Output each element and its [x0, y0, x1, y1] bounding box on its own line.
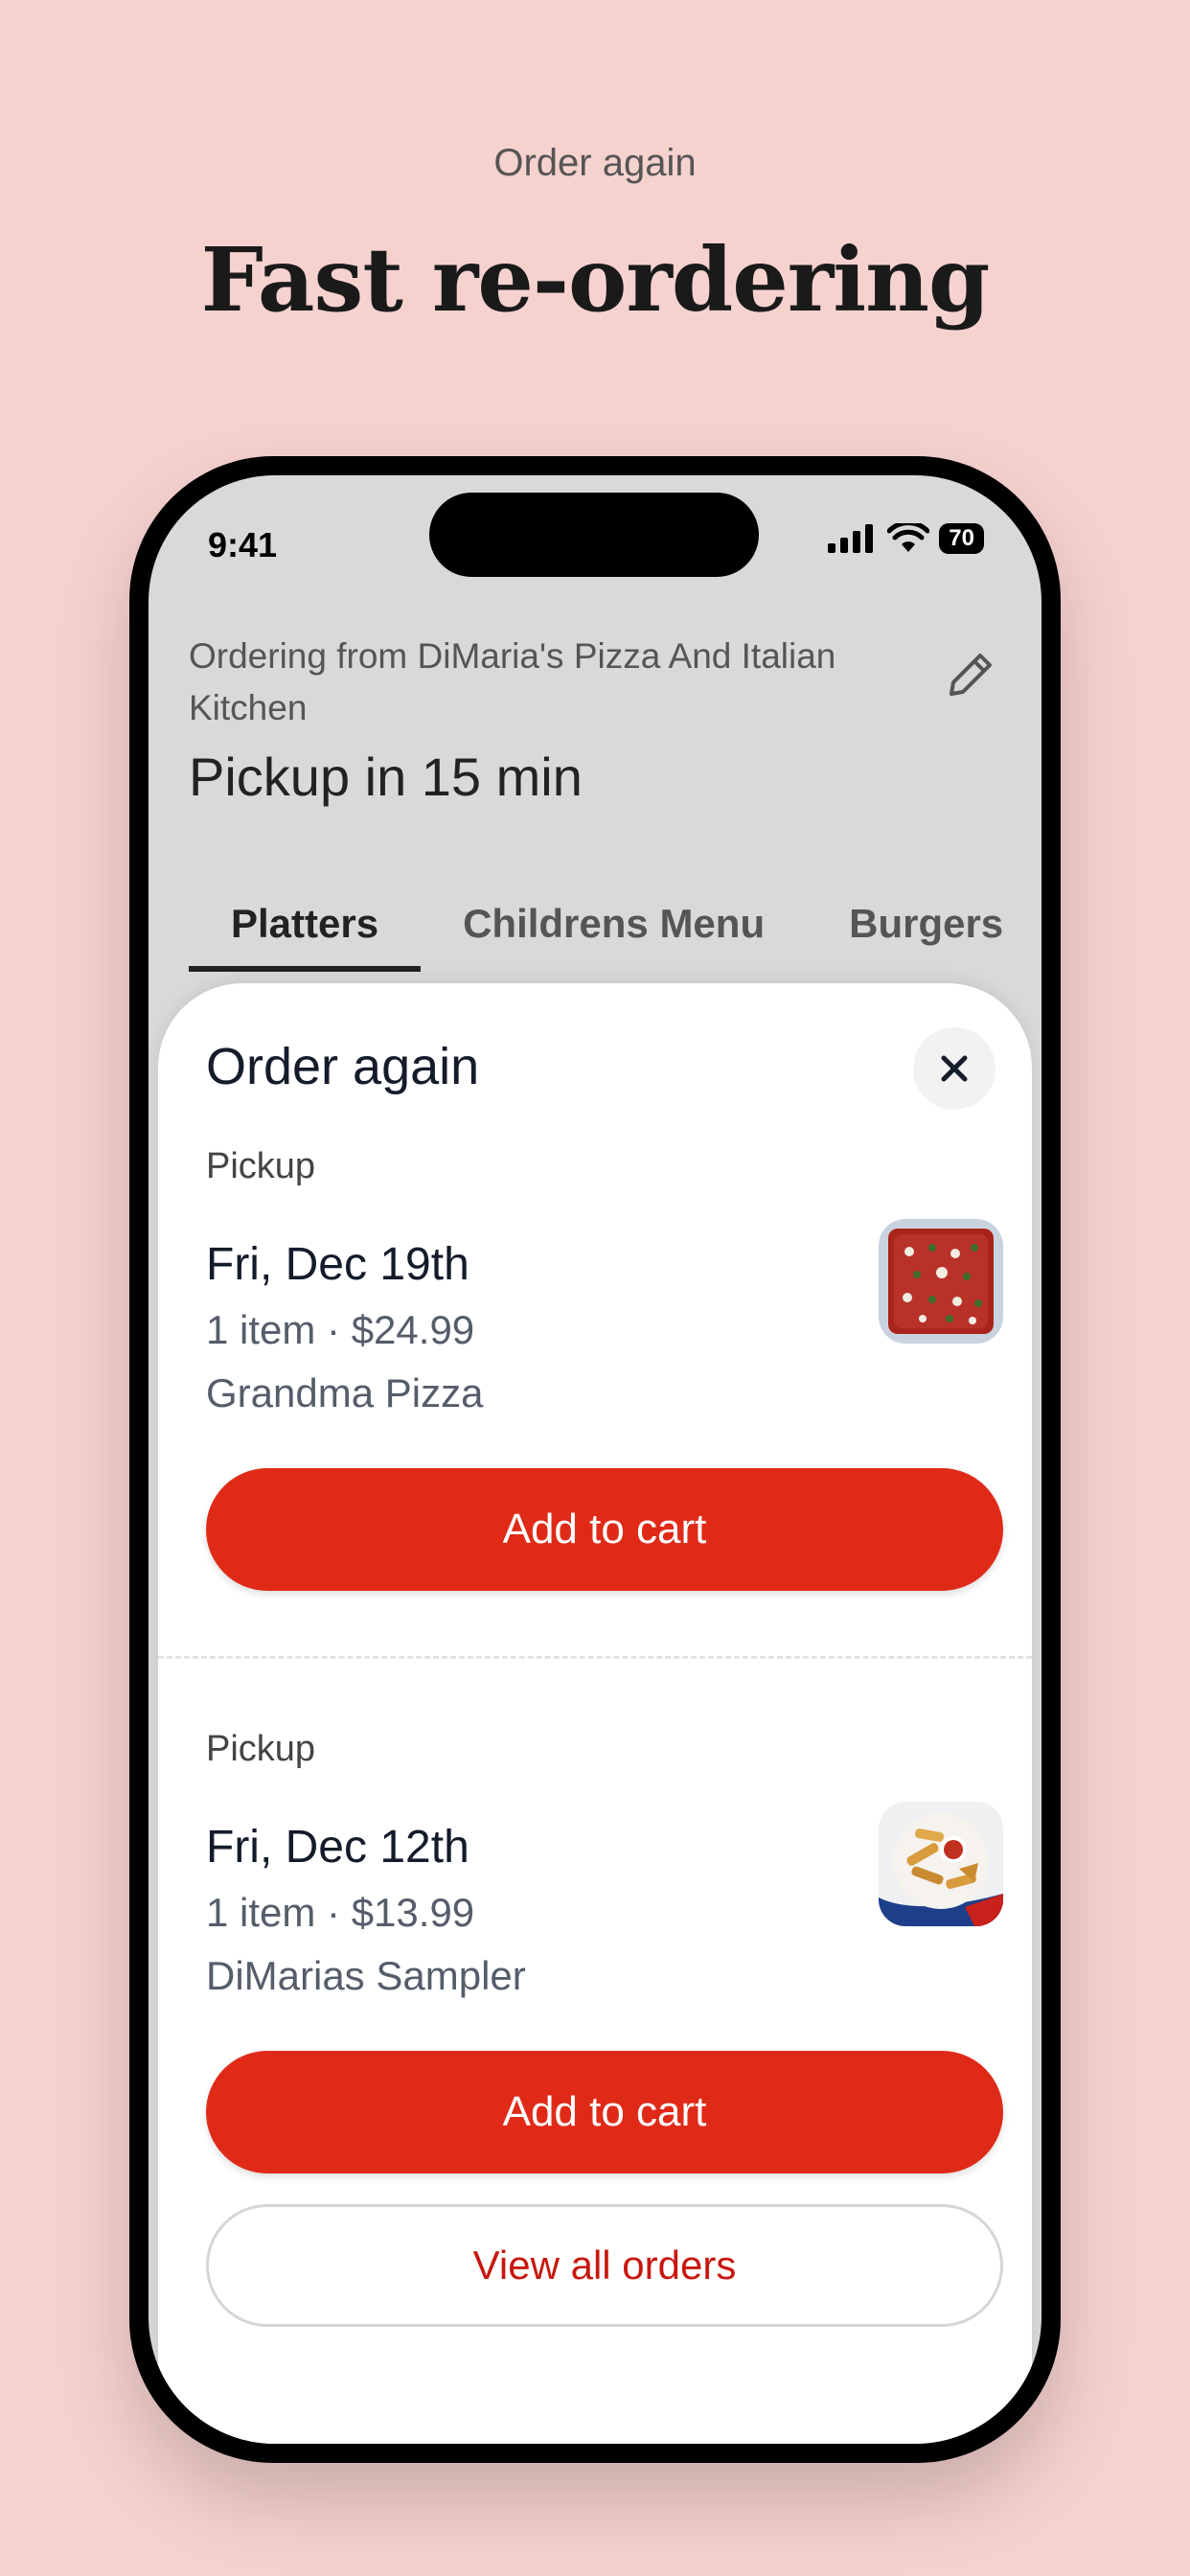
- signal-icon: [828, 524, 874, 553]
- ordering-from-text: Ordering from DiMaria's Pizza And Italia…: [189, 636, 836, 727]
- order-again-sheet: Order again Pickup Fri, Dec 19th 1 item …: [158, 983, 1032, 2444]
- pencil-icon[interactable]: [940, 644, 1001, 705]
- close-icon: [941, 1055, 968, 1082]
- order-item-name: Grandma Pizza: [206, 1370, 484, 1415]
- order-type: Pickup: [206, 1729, 316, 1769]
- tab-childrens-menu[interactable]: Childrens Menu: [421, 876, 807, 972]
- tab-burgers[interactable]: Burgers: [807, 876, 1041, 972]
- wifi-icon: [887, 523, 930, 552]
- order-date: Fri, Dec 12th: [206, 1822, 469, 1873]
- order-type: Pickup: [206, 1146, 316, 1186]
- status-time: 9:41: [208, 525, 278, 564]
- promo-headline: Fast re-ordering: [200, 228, 991, 332]
- add-to-cart-button[interactable]: Add to cart: [206, 2051, 1003, 2174]
- order-date: Fri, Dec 19th: [206, 1239, 469, 1290]
- add-to-cart-button[interactable]: Add to cart: [206, 1468, 1003, 1591]
- dimarias-sampler-image: [879, 1802, 1003, 1926]
- grandma-pizza-image: [879, 1219, 1003, 1344]
- phone-screen: 9:41 70 Ordering from DiMaria's Pizza An…: [149, 475, 1041, 2444]
- order-summary: 1 item · $24.99: [206, 1307, 475, 1352]
- tab-platters[interactable]: Platters: [189, 876, 422, 972]
- view-all-orders-button[interactable]: View all orders: [206, 2204, 1003, 2327]
- close-button[interactable]: [913, 1027, 995, 1110]
- status-icons: 70: [828, 523, 984, 554]
- order-summary: 1 item · $13.99: [206, 1890, 475, 1935]
- dynamic-island: [429, 493, 759, 577]
- sheet-title: Order again: [206, 1038, 480, 1095]
- pickup-time: Pickup in 15 min: [189, 747, 583, 807]
- category-tabs: Platters Childrens Menu Burgers: [189, 876, 1041, 972]
- promo-eyebrow: Order again: [493, 142, 697, 184]
- battery-icon: 70: [939, 523, 984, 554]
- order-divider: [158, 1656, 1032, 1659]
- phone-frame: 9:41 70 Ordering from DiMaria's Pizza An…: [129, 456, 1061, 2463]
- order-item-name: DiMarias Sampler: [206, 1953, 526, 1998]
